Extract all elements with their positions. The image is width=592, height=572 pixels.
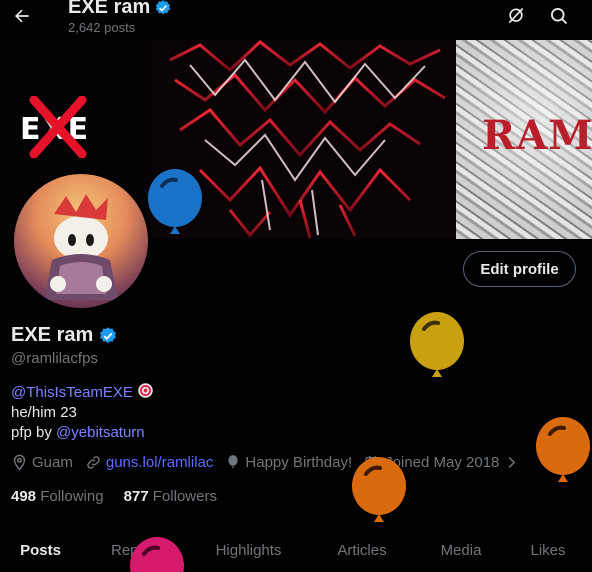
verified-badge-icon [156, 0, 171, 14]
edit-profile-button[interactable]: Edit profile [463, 251, 576, 287]
website-link[interactable]: guns.lol/ramlilac [106, 454, 214, 471]
top-header: EXE ram 2,642 posts [0, 0, 592, 40]
meta-website[interactable]: guns.lol/ramlilac [85, 454, 214, 471]
back-button[interactable] [8, 2, 36, 30]
tab-highlights[interactable]: Highlights [191, 528, 306, 572]
target-emoji-icon [138, 383, 153, 398]
banner-ram-text: RAM. [482, 112, 592, 159]
search-icon [551, 7, 568, 25]
followers-link[interactable]: 877 Followers [124, 488, 217, 505]
balloon-orange[interactable] [350, 456, 408, 528]
location-icon [13, 454, 26, 471]
profile-display-name: EXE ram [11, 324, 118, 347]
hide-balloons-icon [508, 7, 524, 24]
avatar-image [14, 174, 148, 308]
profile-bio: @ThisIsTeamEXE he/him 23 pfp by @yebitsa… [11, 382, 154, 443]
back-arrow-icon [15, 9, 29, 23]
profile-handle: @ramlilacfps [11, 350, 98, 367]
tab-media[interactable]: Media [418, 528, 504, 572]
following-link[interactable]: 498 Following [11, 488, 104, 505]
red-x-mark [29, 96, 87, 158]
balloon-orange-right[interactable] [534, 416, 592, 488]
pfp-artist-link[interactable]: @yebitsaturn [56, 424, 145, 441]
tab-posts[interactable]: Posts [0, 528, 81, 572]
bio-line-2: he/him 23 [11, 404, 77, 421]
meta-location: Guam [11, 454, 73, 471]
follow-counts: 498 Following 877 Followers [11, 488, 217, 505]
profile-meta: Guam guns.lol/ramlilac Happy Birthday! J… [11, 454, 519, 471]
chevron-right-icon[interactable] [505, 454, 519, 471]
link-icon [87, 456, 100, 469]
meta-birthday: Happy Birthday! [225, 454, 352, 471]
verified-badge-icon[interactable] [98, 326, 118, 346]
header-post-count: 2,642 posts [68, 20, 136, 35]
search-button[interactable] [545, 2, 573, 30]
team-mention-link[interactable]: @ThisIsTeamEXE [11, 384, 133, 401]
bio-line-3: pfp by @yebitsaturn [11, 424, 145, 441]
profile-tabs: Posts Replies Highlights Articles Media … [0, 528, 592, 572]
balloon-icon [228, 455, 239, 468]
balloon-blue[interactable] [146, 168, 204, 242]
header-display-name: EXE ram [68, 0, 172, 19]
balloon-gold[interactable] [408, 311, 466, 383]
profile-avatar[interactable] [10, 170, 152, 312]
tab-likes[interactable]: Likes [504, 528, 592, 572]
balloon-pink[interactable] [129, 536, 185, 572]
tab-articles[interactable]: Articles [306, 528, 418, 572]
hide-balloons-button[interactable] [502, 2, 530, 30]
bio-line-1: @ThisIsTeamEXE [11, 382, 154, 403]
